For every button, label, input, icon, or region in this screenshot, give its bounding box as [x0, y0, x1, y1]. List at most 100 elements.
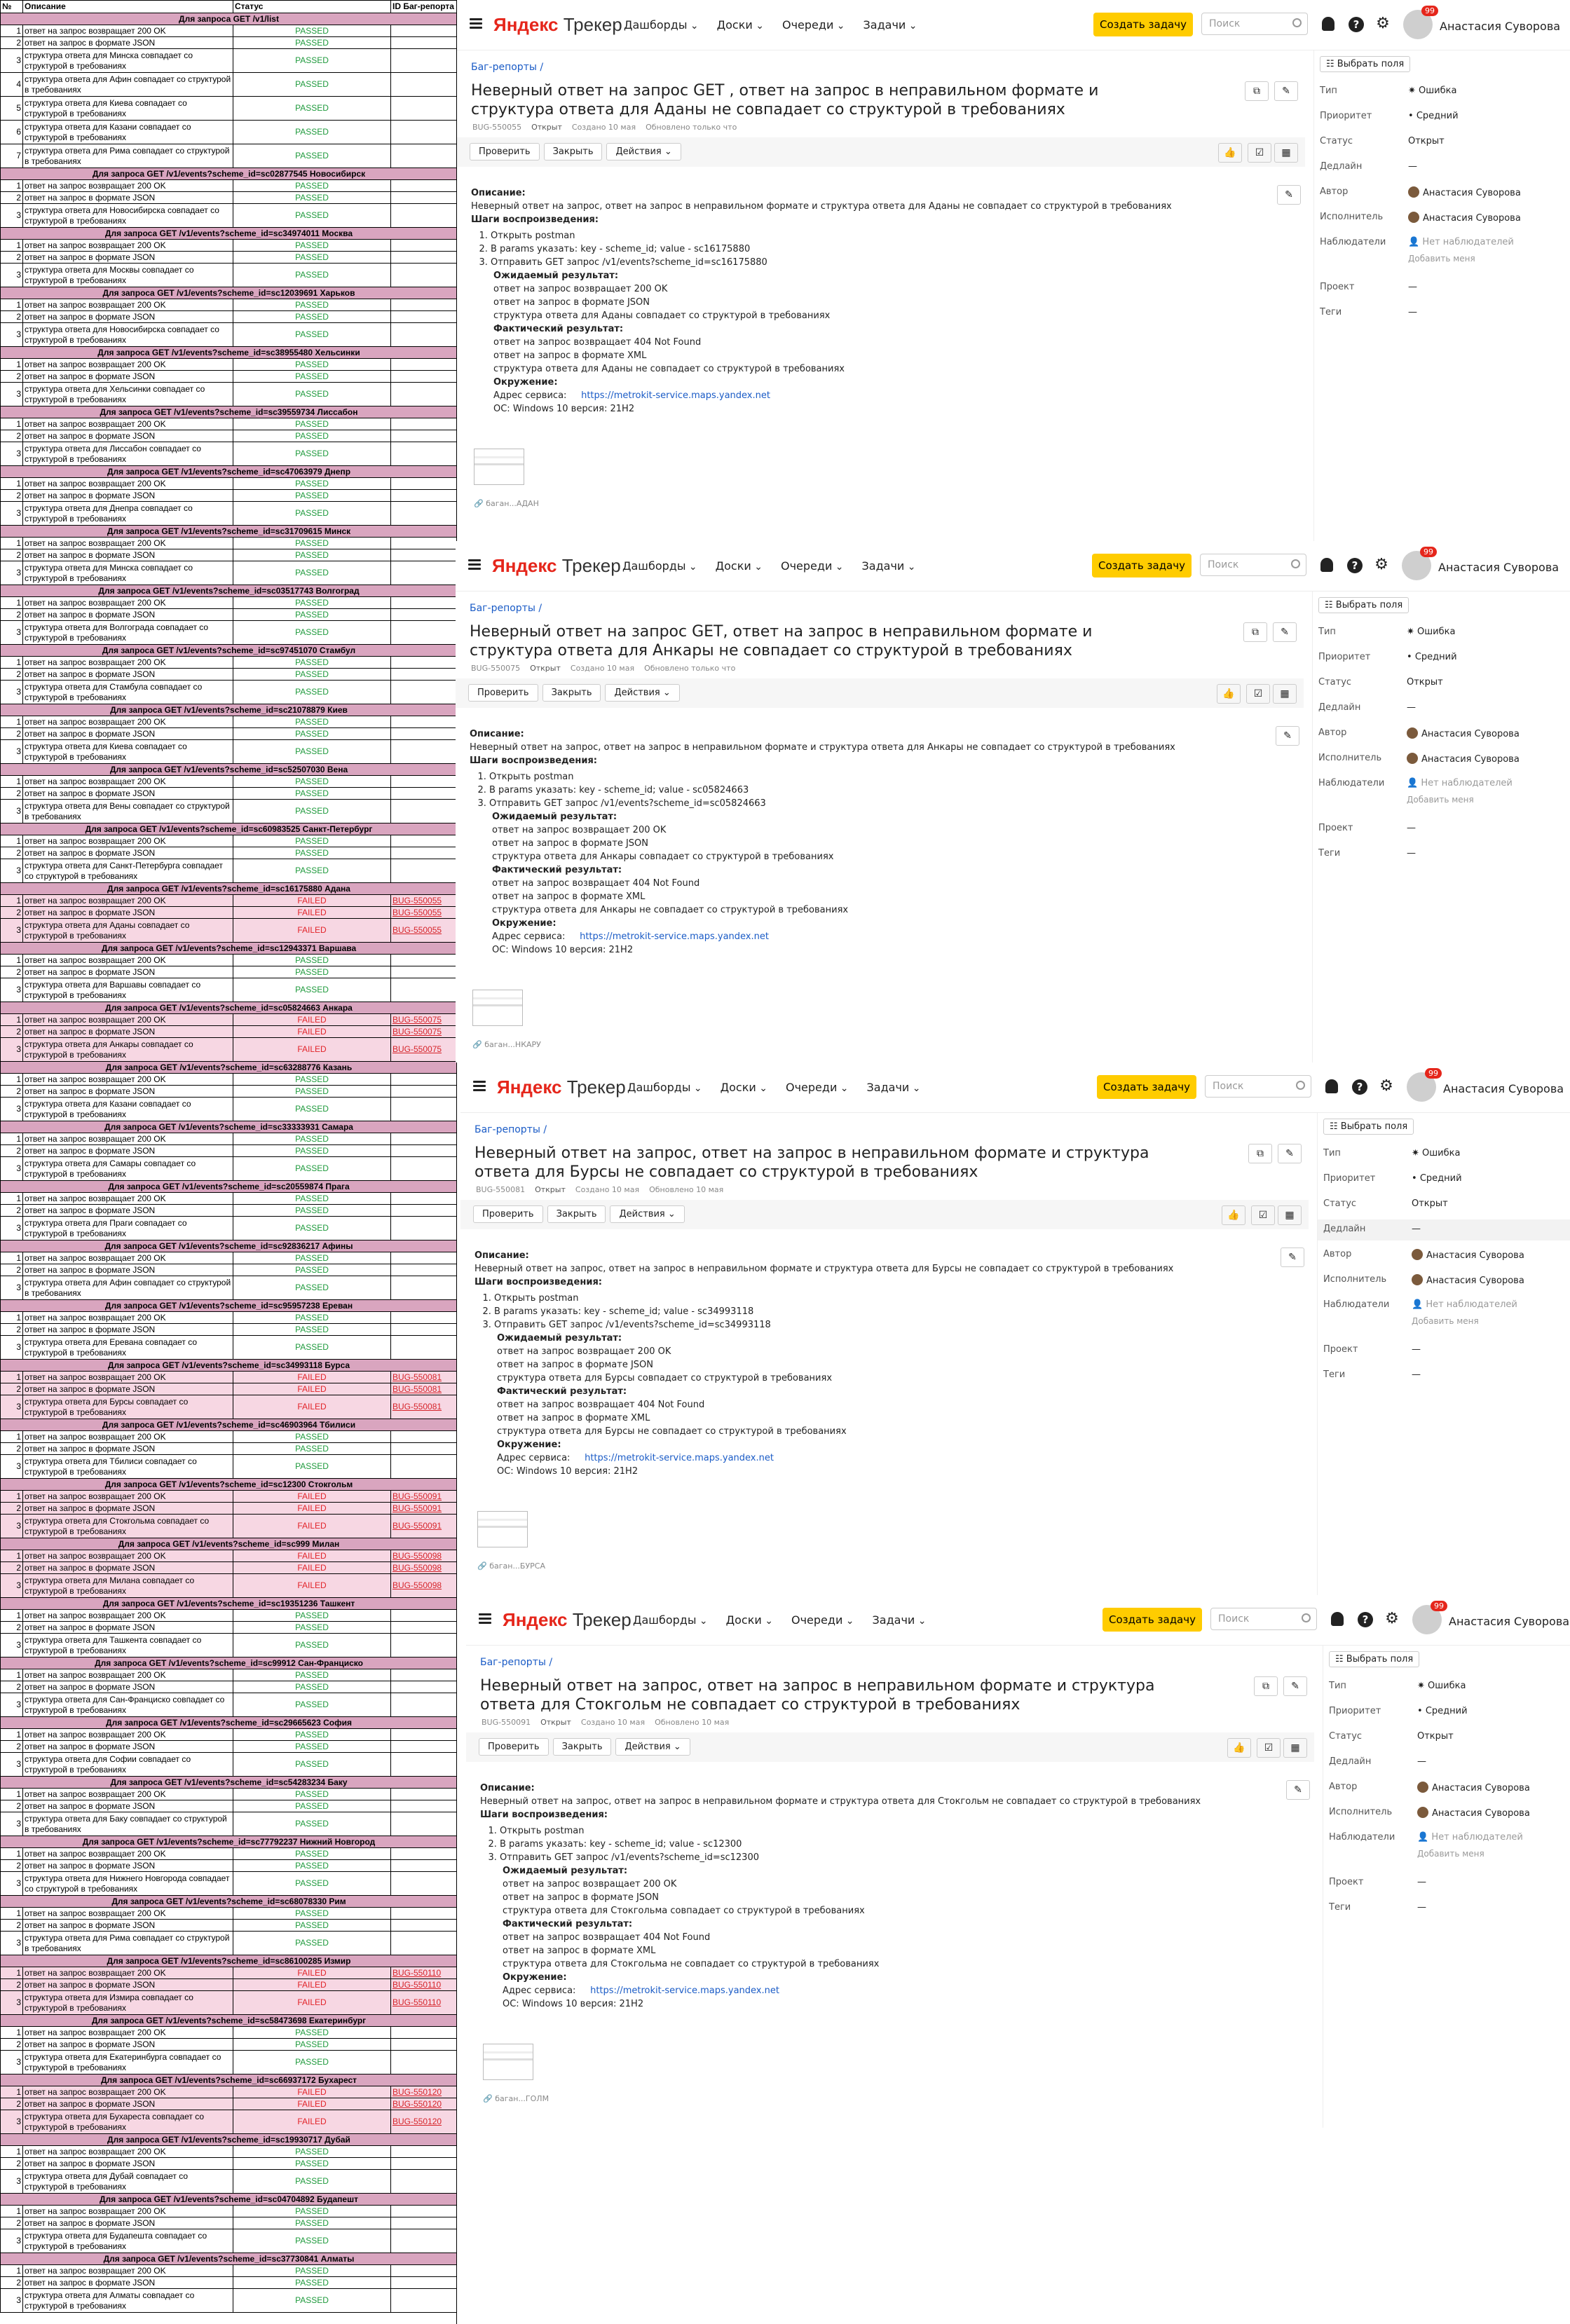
type-value[interactable]: ✷ Ошибка	[1407, 627, 1455, 637]
priority-value[interactable]: • Средний	[1417, 1706, 1468, 1716]
bug-report-link[interactable]: BUG-550098	[392, 1580, 442, 1590]
issue-key[interactable]: BUG-550081	[476, 1185, 525, 1194]
close-button[interactable]: Закрыть	[547, 1205, 606, 1223]
menu-tasks[interactable]: Задачи	[862, 559, 916, 573]
type-value[interactable]: ✷ Ошибка	[1417, 1681, 1466, 1691]
bug-report-link[interactable]: BUG-550110	[392, 1997, 441, 2007]
bug-report-link[interactable]: BUG-550120	[392, 2087, 442, 2097]
yandex-tracker-logo[interactable]: Яндекс Трекер	[492, 555, 621, 577]
calendar-icon[interactable]: ▦	[1283, 1738, 1307, 1758]
status-value[interactable]: Открыт	[1408, 136, 1445, 146]
project-value[interactable]: —	[1407, 823, 1416, 833]
bug-report-link[interactable]: BUG-550120	[392, 2117, 442, 2126]
breadcrumb[interactable]: Баг-репорты /	[471, 62, 543, 73]
yandex-tracker-logo[interactable]: Яндекс Трекер	[493, 14, 622, 36]
bug-report-link[interactable]: BUG-550120	[392, 2099, 442, 2109]
edit-description-icon[interactable]: ✎	[1281, 1248, 1304, 1267]
edit-description-icon[interactable]: ✎	[1277, 185, 1301, 205]
edit-description-icon[interactable]: ✎	[1276, 726, 1299, 746]
menu-dashboards[interactable]: Дашборды	[622, 559, 697, 573]
attachment-name[interactable]: 🔗 баган...БУРСА	[477, 1561, 545, 1571]
user-avatar[interactable]: 99	[1407, 1068, 1442, 1102]
close-button[interactable]: Закрыть	[552, 1738, 612, 1756]
choose-fields-button[interactable]: ☷ Выбрать поля	[1329, 1651, 1420, 1667]
author-value[interactable]: Анастасия Суворова	[1412, 1249, 1524, 1261]
yandex-tracker-logo[interactable]: Яндекс Трекер	[497, 1076, 626, 1098]
copy-link-icon[interactable]: ⧉	[1254, 1676, 1278, 1696]
bug-report-link[interactable]: BUG-550091	[392, 1521, 442, 1531]
help-icon[interactable]: ?	[1349, 17, 1364, 32]
edit-pencil-icon[interactable]: ✎	[1273, 622, 1297, 642]
bug-report-link[interactable]: BUG-550110	[392, 1968, 441, 1978]
issue-key[interactable]: BUG-550091	[482, 1718, 531, 1727]
breadcrumb[interactable]: Баг-репорты /	[470, 603, 542, 614]
priority-value[interactable]: • Средний	[1408, 111, 1459, 121]
bug-report-link[interactable]: BUG-550110	[392, 1980, 441, 1990]
actions-dropdown[interactable]: Действия ⌄	[615, 1738, 690, 1756]
service-url-link[interactable]: https://metrokit-service.maps.yandex.net	[590, 1985, 779, 1996]
checklist-icon[interactable]: ☑	[1251, 1205, 1275, 1225]
menu-dashboards[interactable]: Дашборды	[627, 1081, 702, 1094]
deadline-value[interactable]: —	[1408, 161, 1417, 172]
settings-gear-icon[interactable]: ⚙	[1374, 557, 1389, 573]
bug-report-link[interactable]: BUG-550098	[392, 1563, 442, 1573]
project-value[interactable]: —	[1408, 282, 1417, 292]
help-icon[interactable]: ?	[1352, 1079, 1367, 1095]
user-avatar[interactable]: 99	[1402, 547, 1437, 580]
bug-report-link[interactable]: BUG-550055	[392, 908, 442, 917]
checklist-icon[interactable]: ☑	[1257, 1738, 1281, 1758]
menu-burger-icon[interactable]	[470, 18, 482, 29]
actions-dropdown[interactable]: Действия ⌄	[605, 684, 680, 702]
bug-report-link[interactable]: BUG-550091	[392, 1491, 442, 1501]
choose-fields-button[interactable]: ☷ Выбрать поля	[1320, 56, 1411, 72]
check-button[interactable]: Проверить	[473, 1205, 543, 1223]
author-value[interactable]: Анастасия Суворова	[1407, 727, 1520, 739]
like-thumb-icon[interactable]: 👍	[1217, 684, 1241, 704]
attachment-thumbnail[interactable]	[474, 449, 524, 485]
tags-value[interactable]: —	[1408, 307, 1417, 317]
help-icon[interactable]: ?	[1347, 558, 1363, 573]
menu-burger-icon[interactable]	[473, 1081, 486, 1092]
project-value[interactable]: —	[1417, 1877, 1426, 1887]
edit-pencil-icon[interactable]: ✎	[1274, 81, 1298, 101]
checklist-icon[interactable]: ☑	[1246, 684, 1270, 704]
menu-dashboards[interactable]: Дашборды	[624, 18, 699, 32]
assignee-value[interactable]: Анастасия Суворова	[1417, 1807, 1530, 1819]
create-task-button[interactable]: Создать задачу	[1097, 1075, 1196, 1099]
menu-queues[interactable]: Очереди	[791, 1613, 854, 1627]
copy-link-icon[interactable]: ⧉	[1248, 1144, 1272, 1163]
bug-report-link[interactable]: BUG-550055	[392, 896, 442, 905]
assignee-value[interactable]: Анастасия Суворова	[1407, 753, 1520, 765]
menu-queues[interactable]: Очереди	[781, 559, 844, 573]
deadline-value[interactable]: —	[1417, 1756, 1426, 1767]
close-button[interactable]: Закрыть	[543, 143, 603, 160]
attachment-thumbnail[interactable]	[483, 2044, 533, 2080]
menu-boards[interactable]: Доски	[717, 18, 764, 32]
edit-pencil-icon[interactable]: ✎	[1278, 1144, 1302, 1163]
attachment-thumbnail[interactable]	[477, 1511, 528, 1547]
project-value[interactable]: —	[1412, 1344, 1421, 1355]
priority-value[interactable]: • Средний	[1412, 1173, 1462, 1184]
actions-dropdown[interactable]: Действия ⌄	[610, 1205, 685, 1223]
menu-queues[interactable]: Очереди	[786, 1081, 849, 1094]
settings-gear-icon[interactable]: ⚙	[1379, 1079, 1394, 1095]
user-name[interactable]: Анастасия Суворова	[1449, 1615, 1569, 1628]
notifications-bell-icon[interactable]	[1320, 558, 1333, 572]
menu-tasks[interactable]: Задачи	[867, 1081, 921, 1094]
check-button[interactable]: Проверить	[479, 1738, 549, 1756]
breadcrumb[interactable]: Баг-репорты /	[475, 1124, 547, 1135]
bug-report-link[interactable]: BUG-550081	[392, 1384, 442, 1394]
tags-value[interactable]: —	[1412, 1369, 1421, 1380]
menu-dashboards[interactable]: Дашборды	[633, 1613, 708, 1627]
assignee-value[interactable]: Анастасия Суворова	[1408, 212, 1521, 224]
add-me-link[interactable]: Добавить меня	[1417, 1849, 1484, 1859]
search-input[interactable]: Поиск	[1210, 1608, 1317, 1630]
menu-boards[interactable]: Доски	[721, 1081, 767, 1094]
bug-report-link[interactable]: BUG-550075	[392, 1015, 442, 1025]
tags-value[interactable]: —	[1407, 848, 1416, 859]
notifications-bell-icon[interactable]	[1331, 1612, 1344, 1626]
breadcrumb[interactable]: Баг-репорты /	[480, 1657, 552, 1668]
help-icon[interactable]: ?	[1358, 1612, 1373, 1627]
author-value[interactable]: Анастасия Суворова	[1408, 186, 1521, 198]
status-value[interactable]: Открыт	[1407, 677, 1443, 688]
